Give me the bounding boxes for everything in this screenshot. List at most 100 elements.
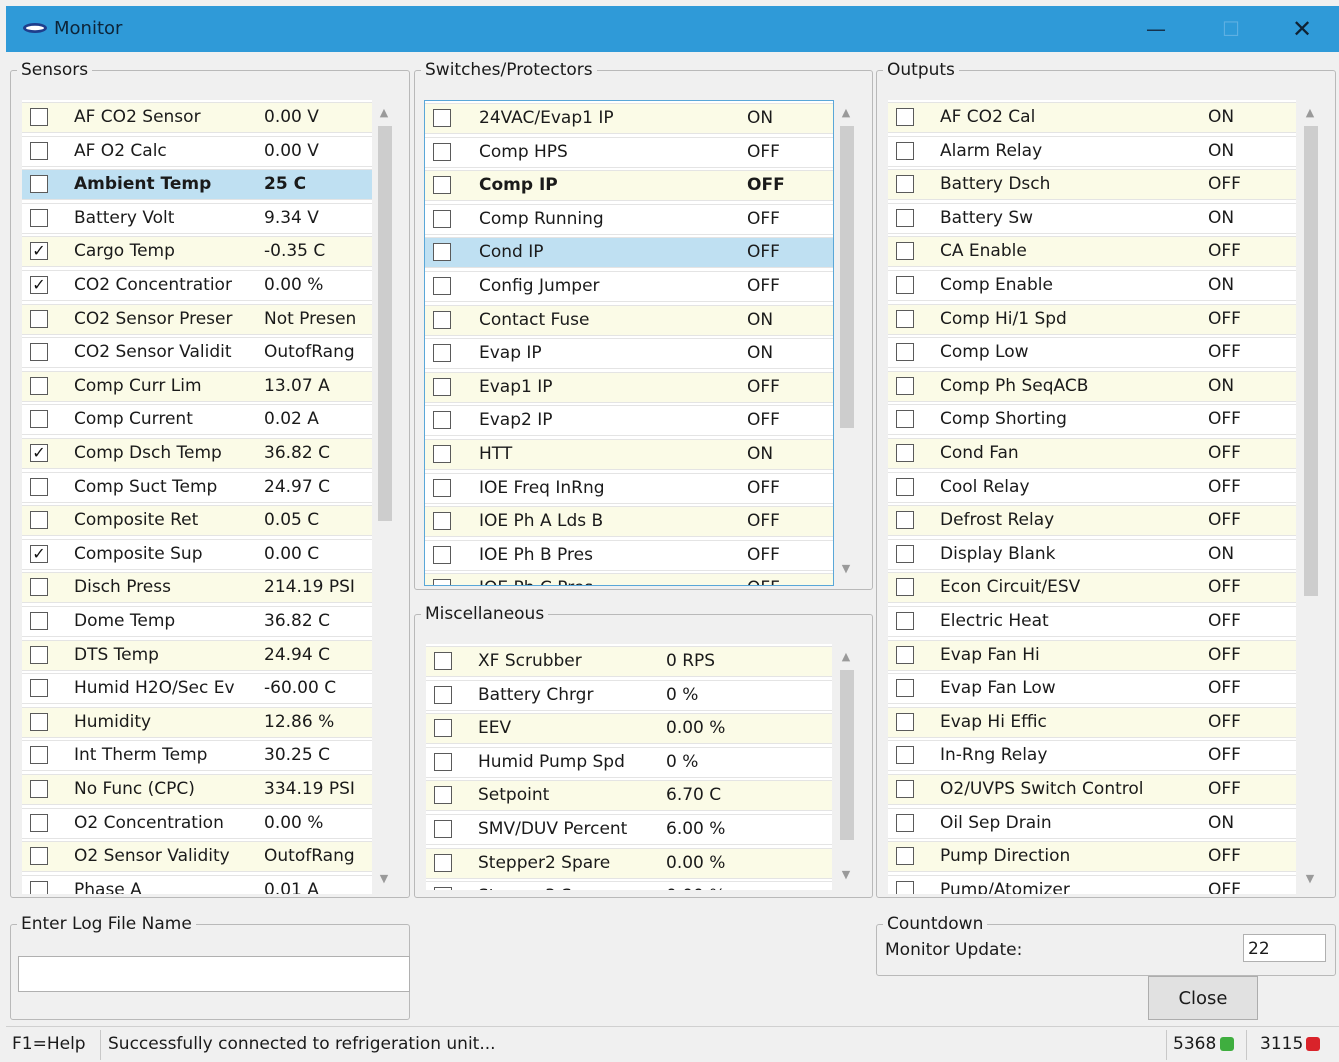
row-checkbox[interactable] (433, 445, 451, 463)
scroll-down-icon[interactable]: ▼ (836, 562, 856, 580)
minimize-button[interactable]: — (1136, 14, 1176, 44)
list-row[interactable]: Comp Ph SeqACB ON (888, 370, 1296, 402)
row-checkbox[interactable] (896, 880, 914, 894)
list-row[interactable]: Cond IP OFF (425, 237, 833, 269)
list-row[interactable]: Humid Pump Spd 0 % (426, 746, 832, 778)
row-checkbox[interactable] (896, 847, 914, 866)
log-file-name-input[interactable] (18, 956, 410, 992)
row-checkbox[interactable] (30, 712, 48, 731)
row-checkbox[interactable] (433, 377, 451, 396)
row-checkbox[interactable] (896, 444, 914, 462)
list-row[interactable]: Evap Hi Effic OFF (888, 706, 1296, 738)
sensors-list[interactable]: AF CO2 Sensor 0.00 V AF O2 Calc 0.00 V Ambie… (22, 100, 372, 894)
list-row[interactable]: Contact Fuse ON (425, 304, 833, 336)
scroll-thumb[interactable] (840, 126, 854, 428)
row-checkbox[interactable] (434, 887, 452, 890)
list-row[interactable]: O2 Concentration 0.00 % (22, 807, 372, 839)
list-row[interactable]: Comp Running OFF (425, 203, 833, 235)
list-row[interactable]: Econ Circuit/ESV OFF (888, 572, 1296, 604)
list-row[interactable]: IOE Ph B Pres OFF (425, 539, 833, 571)
row-checkbox[interactable] (434, 853, 452, 872)
list-row[interactable]: In-Rng Relay OFF (888, 740, 1296, 772)
list-row[interactable]: Defrost Relay OFF (888, 505, 1296, 537)
list-row[interactable]: No Func (CPC) 334.19 PSI (22, 774, 372, 805)
list-row[interactable]: Comp IP OFF (425, 170, 833, 202)
sensors-scrollbar[interactable]: ▲ ▼ (374, 100, 394, 894)
list-row[interactable]: Evap Fan Low OFF (888, 673, 1296, 705)
row-checkbox[interactable] (30, 309, 48, 328)
list-row[interactable]: Humidity 12.86 % (22, 706, 372, 738)
scroll-thumb[interactable] (378, 126, 392, 521)
row-checkbox[interactable] (434, 752, 452, 771)
list-row[interactable]: Comp Low OFF (888, 337, 1296, 369)
row-checkbox[interactable] (30, 410, 48, 429)
list-row[interactable]: Evap2 IP OFF (425, 405, 833, 437)
list-row[interactable]: Battery Dsch OFF (888, 169, 1296, 201)
row-checkbox[interactable] (434, 820, 452, 838)
row-checkbox[interactable] (434, 719, 452, 738)
list-row[interactable]: Battery Volt 9.34 V (22, 202, 372, 234)
list-row[interactable]: ✓ Composite Sup 0.00 C (22, 538, 372, 570)
list-row[interactable]: IOE Freq InRng OFF (425, 472, 833, 504)
scroll-thumb[interactable] (840, 670, 854, 840)
list-row[interactable]: AF CO2 Sensor 0.00 V (22, 102, 372, 133)
row-checkbox[interactable] (433, 411, 451, 430)
row-checkbox[interactable] (30, 141, 48, 160)
row-checkbox[interactable] (433, 344, 451, 363)
row-checkbox[interactable] (30, 343, 48, 362)
row-checkbox[interactable]: ✓ (30, 276, 48, 294)
row-checkbox[interactable] (896, 780, 914, 798)
list-row[interactable]: Battery Sw ON (888, 202, 1296, 234)
row-checkbox[interactable] (433, 176, 451, 195)
list-row[interactable]: Disch Press 214.19 PSI (22, 572, 372, 604)
monitor-update-field[interactable]: 22 (1243, 934, 1326, 962)
row-checkbox[interactable] (434, 786, 452, 805)
switches-list[interactable]: 24VAC/Evap1 IP ON Comp HPS OFF Comp IP OFF Com… (424, 100, 834, 586)
row-checkbox[interactable] (896, 108, 914, 126)
list-row[interactable]: 24VAC/Evap1 IP ON (425, 103, 833, 134)
row-checkbox[interactable] (30, 376, 48, 395)
row-checkbox[interactable] (30, 780, 48, 798)
scroll-down-icon[interactable]: ▼ (374, 872, 394, 890)
row-checkbox[interactable] (30, 578, 48, 597)
list-row[interactable]: Comp Suct Temp 24.97 C (22, 471, 372, 503)
row-checkbox[interactable] (896, 175, 914, 194)
list-row[interactable]: Cool Relay OFF (888, 471, 1296, 503)
list-row[interactable]: SMV/DUV Percent 6.00 % (426, 814, 832, 845)
list-row[interactable]: HTT ON (425, 439, 833, 470)
row-checkbox[interactable] (896, 746, 914, 765)
row-checkbox[interactable] (896, 276, 914, 294)
scroll-up-icon[interactable]: ▲ (374, 106, 394, 124)
row-checkbox[interactable] (30, 612, 48, 630)
row-checkbox[interactable] (30, 880, 48, 894)
list-row[interactable]: Ambient Temp 25 C (22, 169, 372, 201)
list-row[interactable]: Comp Curr Lim 13.07 A (22, 370, 372, 402)
row-checkbox[interactable] (30, 645, 48, 664)
row-checkbox[interactable] (433, 142, 451, 161)
row-checkbox[interactable] (896, 242, 914, 261)
list-row[interactable]: Alarm Relay ON (888, 135, 1296, 167)
outputs-scrollbar[interactable]: ▲ ▼ (1300, 100, 1320, 894)
list-row[interactable]: Comp HPS OFF (425, 136, 833, 168)
list-row[interactable]: Evap Fan Hi OFF (888, 639, 1296, 671)
list-row[interactable]: AF O2 Calc 0.00 V (22, 135, 372, 167)
row-checkbox[interactable] (30, 847, 48, 866)
list-row[interactable]: ✓ Cargo Temp -0.35 C (22, 236, 372, 268)
list-row[interactable]: Battery Chrgr 0 % (426, 679, 832, 711)
list-row[interactable]: Setpoint 6.70 C (426, 780, 832, 812)
close-button[interactable]: Close (1148, 976, 1258, 1020)
row-checkbox[interactable] (896, 477, 914, 496)
list-row[interactable]: ✓ Comp Dsch Temp 36.82 C (22, 438, 372, 469)
row-checkbox[interactable] (30, 746, 48, 765)
row-checkbox[interactable] (434, 652, 452, 670)
row-checkbox[interactable] (433, 478, 451, 497)
row-checkbox[interactable] (896, 343, 914, 362)
scroll-thumb[interactable] (1304, 126, 1318, 596)
list-row[interactable]: Humid H2O/Sec Ev -60.00 C (22, 673, 372, 705)
list-row[interactable]: Cond Fan OFF (888, 438, 1296, 469)
close-window-button[interactable]: ✕ (1282, 14, 1322, 44)
list-row[interactable]: IOE Ph A Lds B OFF (425, 506, 833, 538)
list-row[interactable]: Config Jumper OFF (425, 271, 833, 302)
misc-list[interactable]: XF Scrubber 0 RPS Battery Chrgr 0 % EEV 0.00 … (426, 644, 832, 890)
row-checkbox[interactable]: ✓ (30, 544, 48, 563)
